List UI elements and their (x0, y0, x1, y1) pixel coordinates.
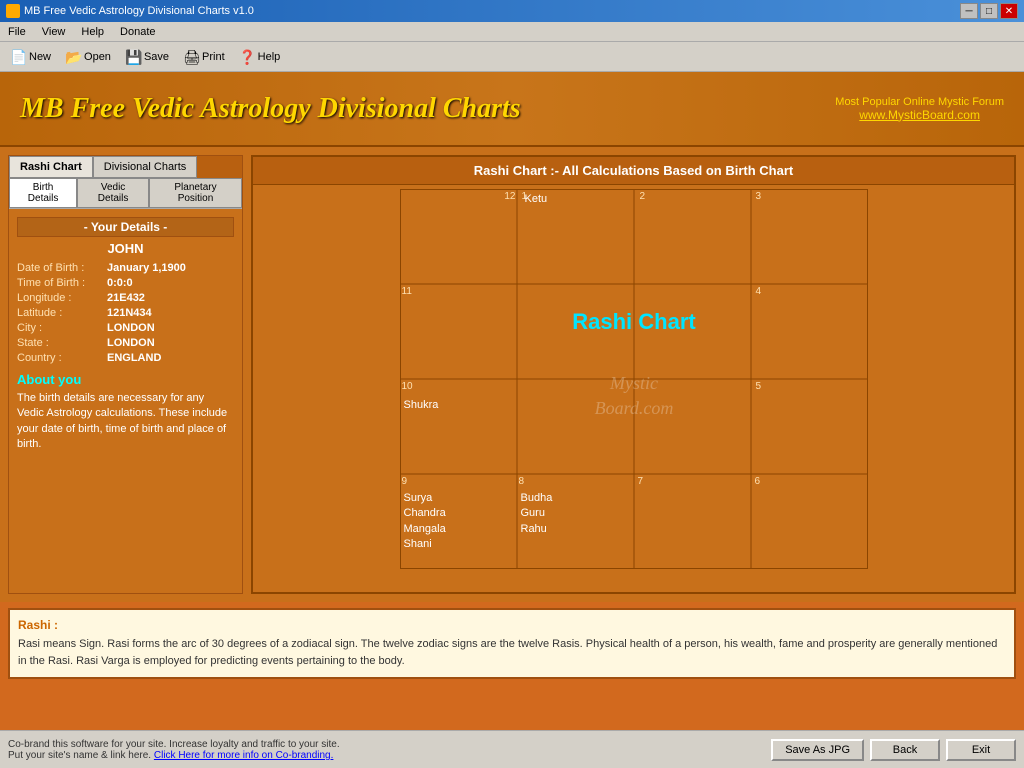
country-label: Country : (17, 352, 107, 364)
rashi-grid: Rashi Chart Mystic Board.com 12 1 Ketu 2… (400, 189, 868, 569)
dob-label: Date of Birth : (17, 262, 107, 274)
tob-row: Time of Birth : 0:0:0 (17, 277, 234, 289)
svg-text:Board.com: Board.com (594, 398, 673, 418)
menu-help[interactable]: Help (77, 25, 108, 39)
main-tabs: Rashi Chart Divisional Charts (9, 156, 242, 178)
help-icon: ❓ (239, 49, 255, 65)
dob-value: January 1,1900 (107, 262, 186, 274)
tob-label: Time of Birth : (17, 277, 107, 289)
latitude-row: Latitude : 121N434 (17, 307, 234, 319)
menu-view[interactable]: View (38, 25, 70, 39)
cell-1-ketu: Ketu (525, 193, 548, 205)
window-title: MB Free Vedic Astrology Divisional Chart… (24, 5, 254, 17)
cell-5-num: 5 (756, 381, 762, 392)
cell-12-num: 12 (504, 191, 515, 202)
state-row: State : LONDON (17, 337, 234, 349)
city-row: City : LONDON (17, 322, 234, 334)
right-panel: Rashi Chart :- All Calculations Based on… (251, 155, 1016, 594)
tagline: Most Popular Online Mystic Forum (835, 96, 1004, 108)
dob-row: Date of Birth : January 1,1900 (17, 262, 234, 274)
cell-11-num: 11 (402, 286, 412, 297)
cell-6-num: 6 (755, 476, 761, 487)
open-icon: 📂 (65, 49, 81, 65)
title-bar: MB Free Vedic Astrology Divisional Chart… (0, 0, 1024, 22)
save-button[interactable]: 💾 Save (121, 47, 173, 67)
subtab-birth-details[interactable]: Birth Details (9, 178, 77, 208)
cell-9-planets: SuryaChandraMangalaShani (404, 491, 446, 553)
cell-7-num: 7 (638, 476, 644, 487)
app-title: MB Free Vedic Astrology Divisional Chart… (20, 93, 521, 125)
user-name: JOHN (17, 241, 234, 256)
desc-text: Rasi means Sign. Rasi forms the arc of 3… (18, 636, 1006, 669)
sub-tabs: Birth Details Vedic Details Planetary Po… (9, 178, 242, 209)
cell-3-num: 3 (756, 191, 762, 202)
svg-text:Mystic: Mystic (609, 373, 658, 393)
website-link[interactable]: www.MysticBoard.com (835, 108, 1004, 122)
about-title: About you (17, 372, 234, 387)
status-text: Co-brand this software for your site. In… (8, 739, 340, 761)
state-label: State : (17, 337, 107, 349)
subtab-planetary-position[interactable]: Planetary Position (149, 178, 242, 208)
banner-right: Most Popular Online Mystic Forum www.Mys… (835, 96, 1004, 122)
header-banner: MB Free Vedic Astrology Divisional Chart… (0, 72, 1024, 147)
longitude-row: Longitude : 21E432 (17, 292, 234, 304)
exit-button[interactable]: Exit (946, 739, 1016, 761)
toolbar: 📄 New 📂 Open 💾 Save 🖨 Print ❓ Help (0, 42, 1024, 72)
cell-8-num: 8 (519, 476, 525, 487)
print-button[interactable]: 🖨 Print (179, 47, 229, 67)
minimize-button[interactable]: ─ (960, 3, 978, 19)
cell-10-shukra: Shukra (404, 399, 439, 411)
cell-10-num: 10 (402, 381, 413, 392)
svg-text:Rashi Chart: Rashi Chart (572, 309, 696, 334)
tob-value: 0:0:0 (107, 277, 133, 289)
menu-donate[interactable]: Donate (116, 25, 159, 39)
latitude-value: 121N434 (107, 307, 152, 319)
status-line2: Put your site's name & link here. Click … (8, 750, 340, 761)
app-icon (6, 4, 20, 18)
main-content: Rashi Chart Divisional Charts Birth Deta… (0, 147, 1024, 602)
description-box: Rashi : Rasi means Sign. Rasi forms the … (8, 608, 1016, 679)
cobrand-link[interactable]: Click Here for more info on Co-branding. (154, 750, 334, 761)
close-button[interactable]: ✕ (1000, 3, 1018, 19)
country-value: ENGLAND (107, 352, 161, 364)
longitude-label: Longitude : (17, 292, 107, 304)
maximize-button[interactable]: □ (980, 3, 998, 19)
help-button[interactable]: ❓ Help (235, 47, 285, 67)
window-controls: ─ □ ✕ (960, 3, 1018, 19)
city-value: LONDON (107, 322, 155, 334)
status-buttons: Save As JPG Back Exit (771, 739, 1016, 761)
back-button[interactable]: Back (870, 739, 940, 761)
open-button[interactable]: 📂 Open (61, 47, 115, 67)
menu-file[interactable]: File (4, 25, 30, 39)
save-jpg-button[interactable]: Save As JPG (771, 739, 864, 761)
subtab-vedic-details[interactable]: Vedic Details (77, 178, 149, 208)
city-label: City : (17, 322, 107, 334)
chart-wrapper: Rashi Chart Mystic Board.com 12 1 Ketu 2… (253, 185, 1014, 573)
new-button[interactable]: 📄 New (6, 47, 55, 67)
cell-4-num: 4 (756, 286, 762, 297)
grid-svg: Rashi Chart Mystic Board.com (400, 189, 868, 569)
cell-8-planets: BudhaGuruRahu (521, 491, 553, 537)
menu-bar: File View Help Donate (0, 22, 1024, 42)
cell-2-num: 2 (640, 191, 646, 202)
print-icon: 🖨 (183, 49, 199, 65)
country-row: Country : ENGLAND (17, 352, 234, 364)
about-text: The birth details are necessary for any … (17, 391, 234, 453)
latitude-label: Latitude : (17, 307, 107, 319)
chart-title: Rashi Chart :- All Calculations Based on… (253, 157, 1014, 185)
longitude-value: 21E432 (107, 292, 145, 304)
details-box: - Your Details - JOHN Date of Birth : Ja… (9, 209, 242, 461)
left-panel: Rashi Chart Divisional Charts Birth Deta… (8, 155, 243, 594)
cell-9-num: 9 (402, 476, 408, 487)
save-icon: 💾 (125, 49, 141, 65)
details-title: - Your Details - (17, 217, 234, 237)
tab-rashi-chart[interactable]: Rashi Chart (9, 156, 93, 178)
new-icon: 📄 (10, 49, 26, 65)
state-value: LONDON (107, 337, 155, 349)
status-line1: Co-brand this software for your site. In… (8, 739, 340, 750)
status-bar: Co-brand this software for your site. In… (0, 730, 1024, 768)
tab-divisional-charts[interactable]: Divisional Charts (93, 156, 198, 178)
desc-title: Rashi : (18, 618, 1006, 632)
